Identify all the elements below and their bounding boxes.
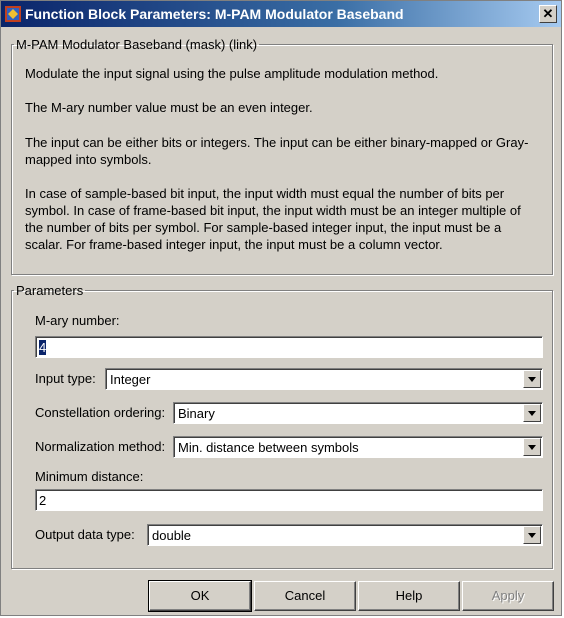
minimum-distance-label: Minimum distance: [35, 469, 144, 484]
description-line-3: The input can be either bits or integers… [25, 135, 529, 167]
ok-button[interactable]: OK [148, 580, 252, 612]
constellation-ordering-label: Constellation ordering: [35, 405, 166, 420]
chevron-down-icon[interactable] [523, 370, 541, 388]
normalization-method-label: Normalization method: [35, 439, 166, 454]
constellation-ordering-value: Binary [178, 406, 215, 421]
mary-number-label: M-ary number: [35, 313, 120, 328]
input-type-value: Integer [110, 372, 151, 387]
output-data-type-select[interactable]: double [147, 524, 543, 546]
simulink-block-icon [5, 6, 21, 22]
chevron-down-icon[interactable] [523, 438, 541, 456]
input-type-select[interactable]: Integer [105, 368, 543, 390]
chevron-down-icon[interactable] [523, 526, 541, 544]
description-group-legend: M-PAM Modulator Baseband (mask) (link) [16, 37, 258, 52]
input-type-label: Input type: [35, 371, 96, 386]
close-button[interactable]: ✕ [539, 5, 557, 23]
constellation-ordering-select[interactable]: Binary [173, 402, 543, 424]
output-data-type-value: double [152, 528, 192, 543]
dialog-window: Function Block Parameters: M-PAM Modulat… [0, 0, 562, 616]
cancel-button[interactable]: Cancel [254, 581, 356, 611]
help-button[interactable]: Help [358, 581, 460, 611]
description-line-4: In case of sample-based bit input, the i… [25, 186, 521, 252]
parameters-group-legend: Parameters [16, 283, 84, 298]
description-line-1: Modulate the input signal using the puls… [25, 66, 439, 81]
mary-number-field[interactable]: 4 [35, 336, 543, 358]
output-data-type-label: Output data type: [35, 527, 135, 542]
minimum-distance-field[interactable]: 2 [35, 489, 543, 511]
close-icon: ✕ [542, 6, 554, 21]
chevron-down-icon[interactable] [523, 404, 541, 422]
apply-button[interactable]: Apply [462, 581, 554, 611]
description-line-2: The M-ary number value must be an even i… [25, 100, 313, 115]
window-title: Function Block Parameters: M-PAM Modulat… [25, 6, 404, 22]
mary-number-value: 4 [39, 340, 47, 355]
title-bar[interactable]: Function Block Parameters: M-PAM Modulat… [1, 1, 561, 27]
minimum-distance-value: 2 [39, 493, 47, 508]
normalization-method-value: Min. distance between symbols [178, 440, 359, 455]
normalization-method-select[interactable]: Min. distance between symbols [173, 436, 543, 458]
